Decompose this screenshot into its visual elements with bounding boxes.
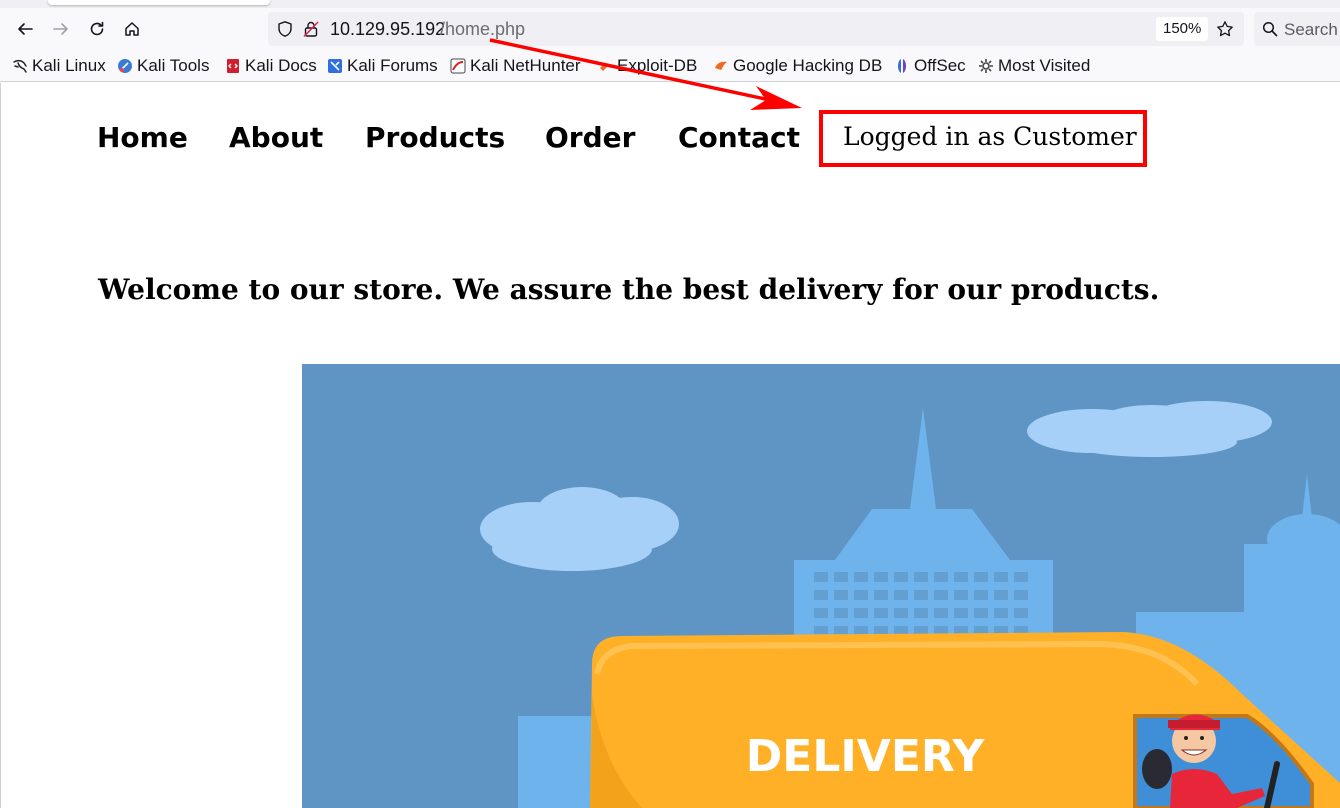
home-icon — [125, 22, 139, 36]
kali-dragon-icon — [13, 59, 27, 73]
forward-icon — [53, 23, 68, 35]
browser-toolbar: 10.129.95.192 /home.php 150% Search — [0, 8, 1340, 50]
ghdb-icon — [715, 61, 727, 70]
bookmark-label: Kali Docs — [245, 56, 317, 75]
bookmark-label: Google Hacking DB — [733, 56, 883, 75]
kali-tools-icon — [118, 59, 132, 73]
kali-forums-icon — [328, 59, 342, 73]
web-page: Home About Products Order Contact Logged… — [0, 83, 1340, 808]
bookmark-kali-nethunter[interactable]: Kali NetHunter — [450, 56, 581, 76]
url-bar[interactable]: 10.129.95.192 /home.php 150% — [268, 12, 1244, 46]
bookmark-kali-linux[interactable]: Kali Linux — [12, 56, 106, 76]
delivery-hero-image: DELIVERY — [302, 364, 1340, 808]
gear-icon — [979, 59, 993, 73]
bookmark-label: Exploit-DB — [617, 56, 698, 75]
bookmark-most-visited[interactable]: Most Visited — [978, 56, 1090, 76]
shield-icon[interactable] — [276, 20, 294, 38]
url-path[interactable]: /home.php — [440, 19, 525, 40]
bookmark-label: Most Visited — [998, 56, 1091, 75]
search-placeholder: Search — [1284, 20, 1338, 39]
nav-link-home[interactable]: Home — [97, 121, 188, 154]
search-icon — [1262, 21, 1278, 37]
bookmark-star-icon[interactable] — [1216, 20, 1234, 38]
insecure-lock-icon[interactable] — [302, 20, 320, 38]
forward-button[interactable] — [48, 16, 74, 42]
login-status-highlight: Logged in as Customer — [819, 110, 1147, 167]
bookmark-kali-tools[interactable]: Kali Tools — [117, 56, 209, 76]
offsec-icon — [898, 59, 906, 73]
bookmark-offsec[interactable]: OffSec — [894, 56, 966, 76]
url-host[interactable]: 10.129.95.192 — [330, 19, 445, 40]
nethunter-icon — [450, 58, 466, 74]
bookmark-label: Kali Forums — [347, 56, 438, 75]
exploit-db-icon — [600, 63, 608, 71]
nav-link-order[interactable]: Order — [545, 121, 635, 154]
bookmark-kali-docs[interactable]: Kali Docs — [225, 56, 317, 76]
bookmark-label: Kali Linux — [32, 56, 106, 75]
home-button[interactable] — [119, 16, 145, 42]
search-box[interactable]: Search — [1254, 12, 1340, 46]
nav-link-about[interactable]: About — [229, 121, 323, 154]
back-button[interactable] — [12, 16, 38, 42]
bookmark-exploit-db[interactable]: Exploit-DB — [597, 56, 697, 76]
reload-icon — [90, 21, 104, 36]
nav-link-products[interactable]: Products — [365, 121, 505, 154]
reload-button[interactable] — [84, 16, 110, 42]
bookmark-google-hacking-db[interactable]: Google Hacking DB — [713, 56, 882, 76]
bookmark-label: Kali Tools — [137, 56, 210, 75]
login-status-text: Logged in as Customer — [843, 122, 1137, 151]
bookmark-kali-forums[interactable]: Kali Forums — [327, 56, 438, 76]
bookmark-label: Kali NetHunter — [470, 56, 581, 75]
tab-strip — [0, 0, 1340, 8]
bookmarks-toolbar: Kali Linux Kali Tools Kali Docs Kali For… — [0, 50, 1340, 82]
active-tab[interactable] — [48, 0, 270, 5]
welcome-heading: Welcome to our store. We assure the best… — [98, 273, 1160, 306]
back-icon — [18, 23, 33, 35]
bookmark-label: OffSec — [914, 56, 966, 75]
van-label: DELIVERY — [746, 731, 986, 782]
kali-docs-icon — [227, 59, 239, 73]
zoom-level-badge[interactable]: 150% — [1156, 17, 1209, 41]
nav-link-contact[interactable]: Contact — [678, 121, 800, 154]
